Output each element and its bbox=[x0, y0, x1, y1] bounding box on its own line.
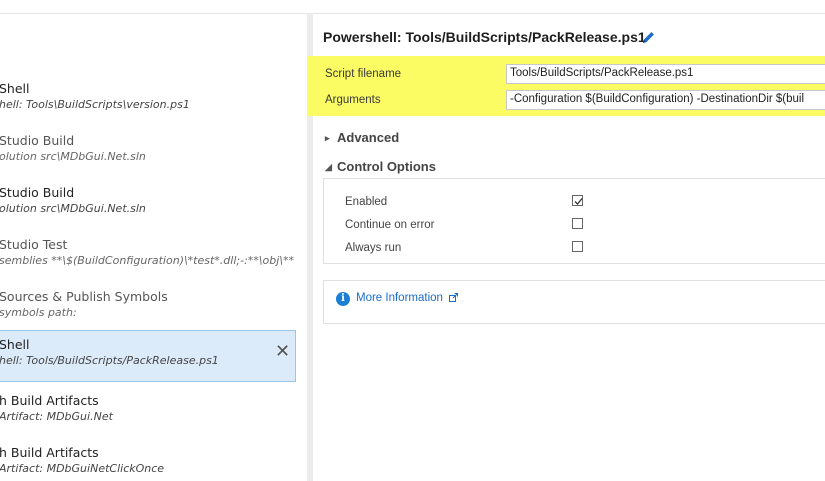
continue-on-error-label: Continue on error bbox=[345, 219, 435, 231]
arguments-label: Arguments bbox=[325, 94, 381, 106]
task-subtitle: hell: Tools/BuildScripts/PackRelease.ps1 bbox=[0, 354, 219, 367]
task-title: Sources & Publish Symbols bbox=[0, 289, 168, 304]
chevron-down-icon: ◢ bbox=[325, 162, 332, 172]
arguments-input[interactable]: -Configuration $(BuildConfiguration) -De… bbox=[506, 90, 825, 110]
task-subtitle: olution src\MDbGui.Net.sln bbox=[0, 202, 146, 215]
remove-task-icon[interactable]: ✕ bbox=[275, 343, 290, 361]
control-options-label: Control Options bbox=[337, 159, 436, 174]
task-item-vs-test[interactable]: Studio Test semblies **\$(BuildConfigura… bbox=[0, 230, 296, 280]
script-filename-label: Script filename bbox=[325, 68, 402, 80]
task-subtitle: semblies **\$(BuildConfiguration)\*test*… bbox=[0, 254, 294, 267]
task-item-publish-artifacts-2[interactable]: h Build Artifacts Artifact: MDbGuiNetCli… bbox=[0, 438, 296, 481]
task-item-index-symbols[interactable]: Sources & Publish Symbols symbols path: bbox=[0, 282, 296, 332]
always-run-label: Always run bbox=[345, 242, 402, 254]
script-filename-input[interactable]: Tools/BuildScripts/PackRelease.ps1 bbox=[506, 64, 825, 84]
control-options-toggle[interactable]: ◢ Control Options bbox=[325, 159, 436, 174]
always-run-checkbox[interactable] bbox=[572, 241, 583, 252]
task-title: h Build Artifacts bbox=[0, 445, 99, 460]
task-subtitle: Artifact: MDbGui.Net bbox=[0, 410, 113, 423]
task-item-vs-build-2[interactable]: Studio Build olution src\MDbGui.Net.sln bbox=[0, 178, 296, 228]
task-subtitle: symbols path: bbox=[0, 306, 77, 319]
task-detail-panel: Powershell: Tools/BuildScripts/PackRelea… bbox=[307, 0, 825, 481]
continue-on-error-checkbox[interactable] bbox=[572, 218, 583, 229]
external-link-icon bbox=[449, 293, 459, 302]
task-title: h Build Artifacts bbox=[0, 393, 99, 408]
enabled-checkbox[interactable] bbox=[572, 195, 583, 206]
task-title: Shell bbox=[0, 337, 30, 352]
task-item-powershell-packrelease[interactable]: Shell hell: Tools/BuildScripts/PackRelea… bbox=[0, 330, 296, 382]
task-subtitle: olution src\MDbGui.Net.sln bbox=[0, 150, 146, 163]
divider bbox=[0, 13, 310, 14]
task-title: Studio Test bbox=[0, 237, 68, 252]
task-title: Shell bbox=[0, 81, 30, 96]
task-title: Studio Build bbox=[0, 185, 75, 200]
divider bbox=[313, 13, 825, 14]
enabled-label: Enabled bbox=[345, 196, 388, 208]
more-information-link[interactable]: More Information bbox=[356, 292, 459, 304]
task-list-panel: Shell hell: Tools\BuildScripts\version.p… bbox=[0, 0, 310, 481]
task-detail-title: Powershell: Tools/BuildScripts/PackRelea… bbox=[323, 29, 646, 45]
more-information-label: More Information bbox=[356, 292, 443, 304]
info-icon: i bbox=[336, 292, 350, 306]
pencil-icon[interactable] bbox=[641, 30, 656, 45]
advanced-label: Advanced bbox=[337, 130, 400, 145]
task-title: Studio Build bbox=[0, 133, 75, 148]
check-icon bbox=[574, 198, 583, 205]
task-subtitle: Artifact: MDbGuiNetClickOnce bbox=[0, 462, 165, 475]
task-subtitle: hell: Tools\BuildScripts\version.ps1 bbox=[0, 98, 190, 111]
more-information-box: i More Information bbox=[323, 280, 825, 324]
chevron-right-icon: ▸ bbox=[325, 133, 330, 143]
advanced-section-toggle[interactable]: ▸ Advanced bbox=[325, 130, 399, 145]
task-item-publish-artifacts-1[interactable]: h Build Artifacts Artifact: MDbGui.Net bbox=[0, 386, 296, 436]
task-item-powershell-version[interactable]: Shell hell: Tools\BuildScripts\version.p… bbox=[0, 74, 296, 124]
task-item-vs-build-1[interactable]: Studio Build olution src\MDbGui.Net.sln bbox=[0, 126, 296, 176]
